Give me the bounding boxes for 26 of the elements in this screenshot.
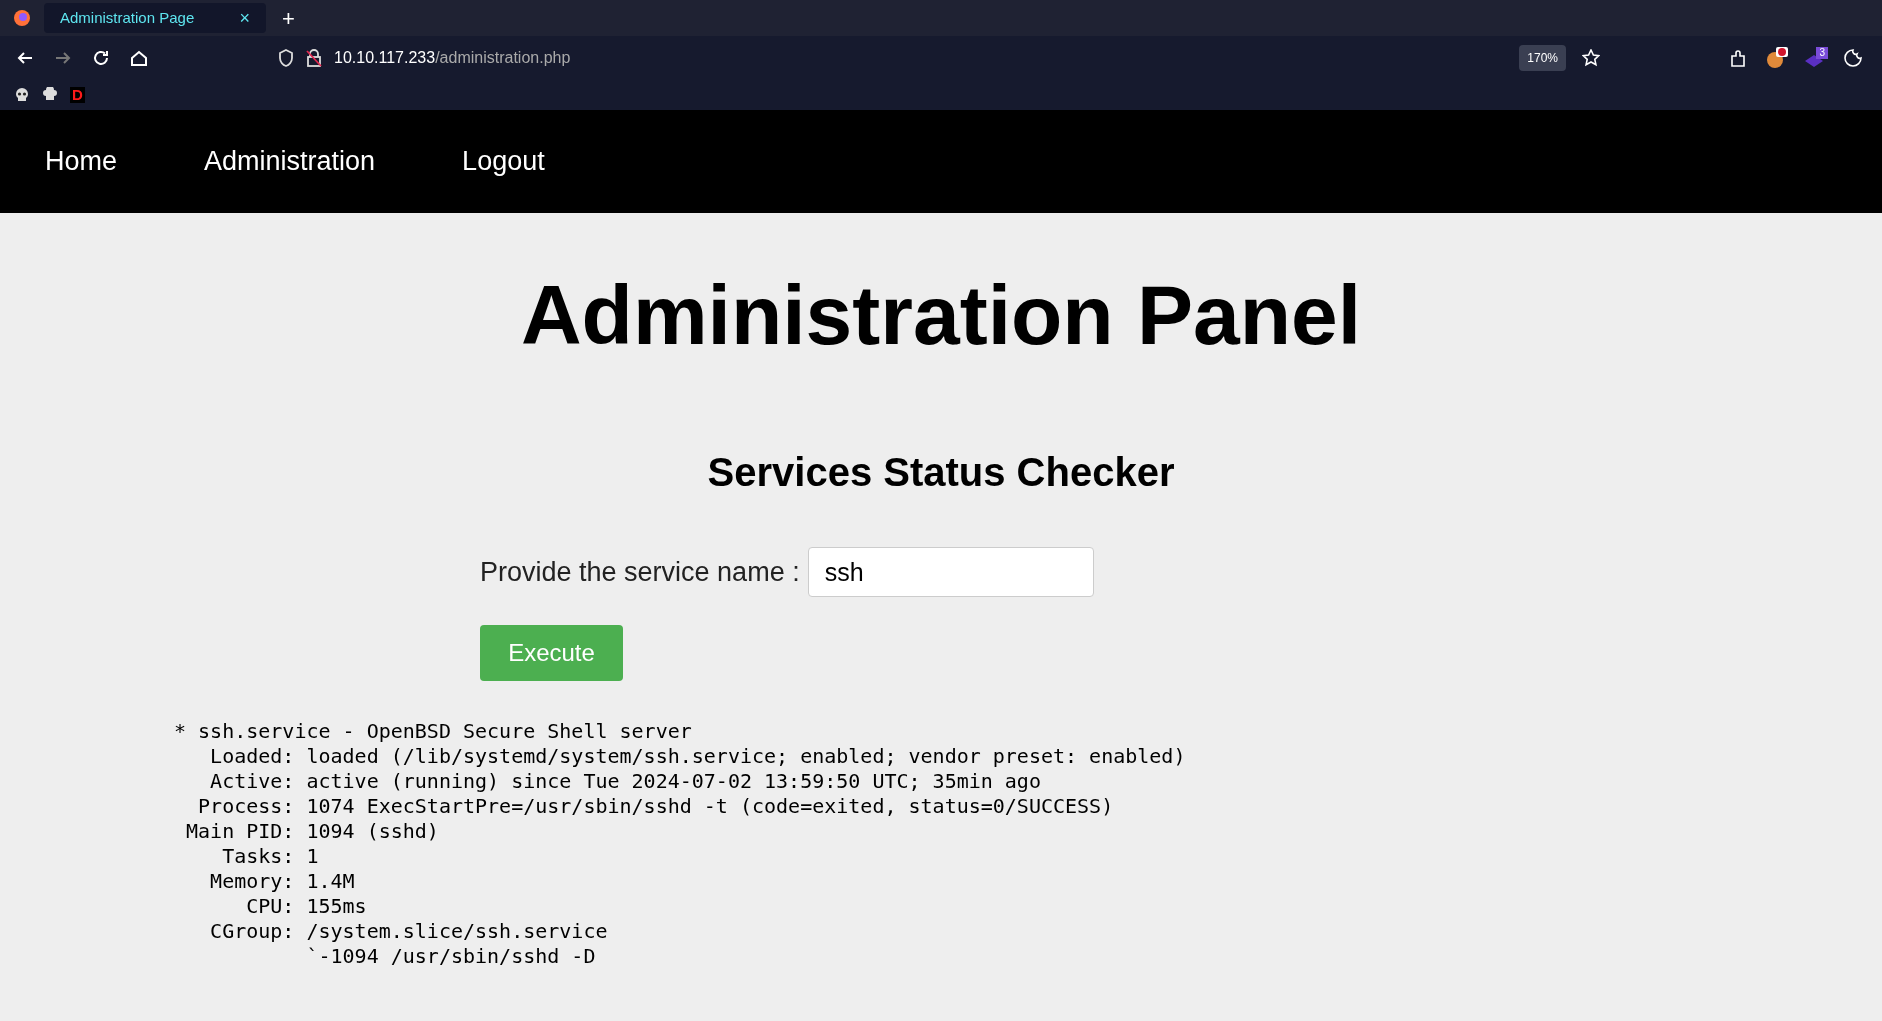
- browser-tab[interactable]: Administration Page ×: [44, 3, 266, 33]
- reload-icon[interactable]: [92, 49, 110, 67]
- section-heading: Services Status Checker: [707, 452, 1175, 492]
- page-title: Administration Panel: [520, 273, 1362, 357]
- skull-icon[interactable]: [14, 87, 30, 103]
- star-icon[interactable]: [1582, 49, 1600, 67]
- nav-link[interactable]: Administration: [204, 141, 376, 182]
- shield-icon[interactable]: [278, 49, 294, 67]
- service-name-field[interactable]: ssh: [807, 547, 1094, 597]
- zoom-level-button[interactable]: 170%: [1519, 45, 1566, 71]
- nav-link[interactable]: Logout: [462, 141, 545, 182]
- chef-hat-icon[interactable]: [42, 87, 58, 103]
- nav-link[interactable]: Home: [45, 141, 118, 182]
- extension-icon[interactable]: [1766, 47, 1788, 69]
- new-tab-button[interactable]: +: [282, 1, 295, 35]
- bookmark-link[interactable]: D: [70, 87, 85, 103]
- field-label: Provide the service name :: [480, 555, 800, 589]
- home-icon[interactable]: [130, 49, 148, 67]
- close-tab-icon[interactable]: ×: [239, 4, 250, 32]
- url-field[interactable]: 10.10.117.233/administration.php: [334, 46, 571, 70]
- puzzle-icon[interactable]: [1730, 49, 1746, 67]
- insecure-lock-icon[interactable]: [306, 49, 322, 67]
- browser-logo-icon[interactable]: [13, 9, 31, 27]
- command-output: * ssh.service - OpenBSD Secure Shell server Loaded: loaded (/lib/systemd/system/ssh.service; enabled; vendor preset: enabled) Active: active (running) since Tue 2024-07-02 13:59:50 UTC; 35min ago Process: 1074 ExecStartPre=/usr/sbin/sshd -t (code=exited, status=0/SUCCESS) Main PID: 1094 (sshd) Tasks: 1 Memory: 1.4M CPU: 155ms CGroup: /system.slice/ssh.service `-1094 /usr/sbin/sshd -D: [173, 719, 1187, 969]
- cookie-icon[interactable]: [1844, 49, 1862, 67]
- extension-badge: 3: [1816, 47, 1828, 59]
